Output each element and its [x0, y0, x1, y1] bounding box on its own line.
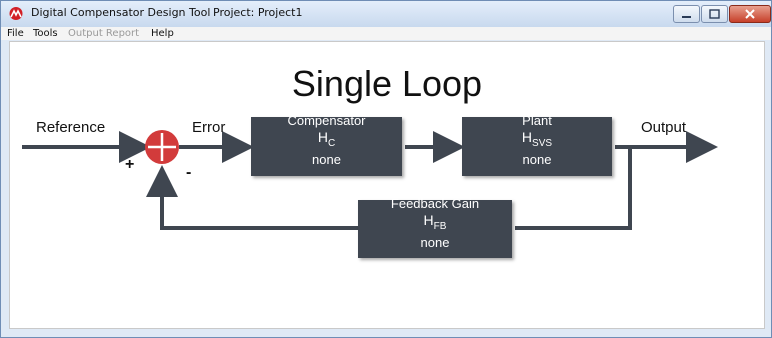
maximize-icon: [709, 9, 720, 19]
diagram-canvas: Single Loop Reference Error Output + - C…: [9, 41, 765, 329]
minus-sign: -: [186, 164, 192, 181]
signal-wires: [22, 130, 718, 230]
feedback-return-wire: [146, 165, 359, 230]
reference-label: Reference: [36, 119, 106, 136]
maximize-button[interactable]: [701, 5, 728, 23]
plant-name: Plant: [522, 113, 552, 128]
output-label: Output: [641, 119, 687, 136]
project-label: Project: Project1: [213, 6, 303, 19]
feedback-gain-value: none: [420, 235, 450, 250]
summing-junction-icon: [145, 130, 179, 164]
minimize-icon: [682, 16, 691, 18]
close-icon: [745, 9, 755, 19]
plant-value: none: [522, 152, 552, 167]
menu-file[interactable]: File: [7, 27, 24, 40]
app-window: Digital Compensator Design Tool Project:…: [0, 0, 772, 338]
microchip-logo-icon: [9, 7, 23, 20]
compensator-block[interactable]: Compensator HC none: [251, 113, 402, 176]
compensator-name: Compensator: [287, 113, 366, 128]
compensator-symbol: HC: [317, 129, 336, 149]
close-button[interactable]: [729, 5, 771, 23]
title-bar[interactable]: Digital Compensator Design Tool Project:…: [1, 1, 771, 27]
plant-symbol: HSVS: [521, 129, 553, 149]
feedback-gain-symbol: HFB: [423, 212, 447, 232]
error-label: Error: [192, 119, 226, 136]
plant-block[interactable]: Plant HSVS none: [462, 113, 612, 176]
plus-sign: +: [125, 156, 135, 173]
compensator-value: none: [312, 152, 341, 167]
menu-help[interactable]: Help: [151, 27, 174, 40]
menu-tools[interactable]: Tools: [33, 27, 58, 40]
minimize-button[interactable]: [673, 5, 700, 23]
window-title: Digital Compensator Design Tool: [31, 6, 211, 19]
menu-output-report[interactable]: Output Report: [68, 27, 139, 40]
feedback-gain-name: Feedback Gain: [390, 196, 480, 211]
feedback-gain-block[interactable]: Feedback Gain HFB none: [358, 196, 512, 258]
menu-bar: File Tools Output Report Help: [1, 27, 771, 40]
